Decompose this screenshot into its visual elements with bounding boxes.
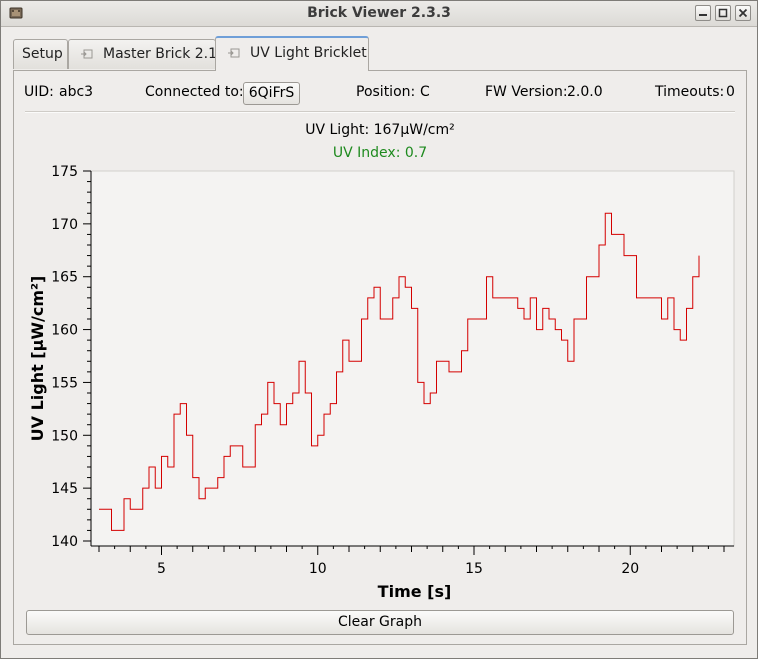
y-tick-label: 170 [51, 217, 78, 233]
uid-label: UID: [24, 84, 54, 100]
info-separator [25, 111, 735, 113]
device-plug-icon [81, 49, 93, 59]
tab-setup-label: Setup [22, 46, 63, 62]
tab-master-brick[interactable]: Master Brick 2.1 [68, 39, 218, 69]
x-tick-label: 20 [621, 561, 639, 577]
x-axis-label: Time [s] [378, 582, 452, 601]
y-axis-label: UV Light [µW/cm²] [28, 276, 47, 442]
x-tick-label: 5 [157, 561, 166, 577]
tab-uv-light-label: UV Light Bricklet [250, 45, 367, 61]
timeouts-label: Timeouts: [655, 84, 725, 100]
fw-version-value: 2.0.0 [567, 84, 603, 100]
timeouts-value: 0 [726, 84, 735, 100]
x-tick-label: 15 [465, 561, 483, 577]
y-tick-label: 145 [51, 481, 78, 497]
position-label: Position: [356, 84, 416, 100]
maximize-icon [718, 8, 728, 18]
x-tick-label: 10 [309, 561, 327, 577]
window-title: Brick Viewer 2.3.3 [307, 5, 451, 21]
y-tick-label: 140 [51, 534, 78, 550]
title-bar[interactable]: Brick Viewer 2.3.3 [1, 1, 757, 27]
y-tick-label: 165 [51, 270, 78, 286]
uv-light-chart: 140 145 150 155 160 165 170 175 5 10 15 20 Time [s] U… [28, 164, 735, 601]
y-tick-label: 160 [51, 323, 78, 339]
close-button[interactable] [735, 5, 751, 21]
y-tick-label: 150 [51, 428, 78, 444]
tab-setup[interactable]: Setup [13, 39, 68, 69]
maximize-button[interactable] [715, 5, 731, 21]
close-icon [738, 8, 748, 18]
main-window: Brick Viewer 2.3.3 Setup Master Brick 2.… [0, 0, 758, 659]
device-plug-icon [228, 48, 240, 58]
fw-version-label: FW Version: [485, 84, 568, 100]
connected-to-button[interactable]: 6QiFrS [243, 82, 300, 105]
minimize-button[interactable] [695, 5, 711, 21]
uid-value: abc3 [59, 84, 94, 100]
clear-graph-button[interactable]: Clear Graph [26, 610, 734, 635]
tab-uv-light-bricklet[interactable]: UV Light Bricklet [215, 36, 369, 71]
connected-to-label: Connected to: [145, 84, 244, 100]
minimize-icon [699, 14, 707, 16]
uv-light-reading: UV Light: 167µW/cm² [305, 122, 455, 138]
y-tick-label: 175 [51, 164, 78, 180]
y-tick-label: 155 [51, 375, 78, 391]
tab-master-brick-label: Master Brick 2.1 [103, 46, 218, 62]
position-value: C [420, 84, 430, 100]
plot-area [90, 170, 735, 547]
uv-index-reading: UV Index: 0.7 [332, 145, 428, 161]
